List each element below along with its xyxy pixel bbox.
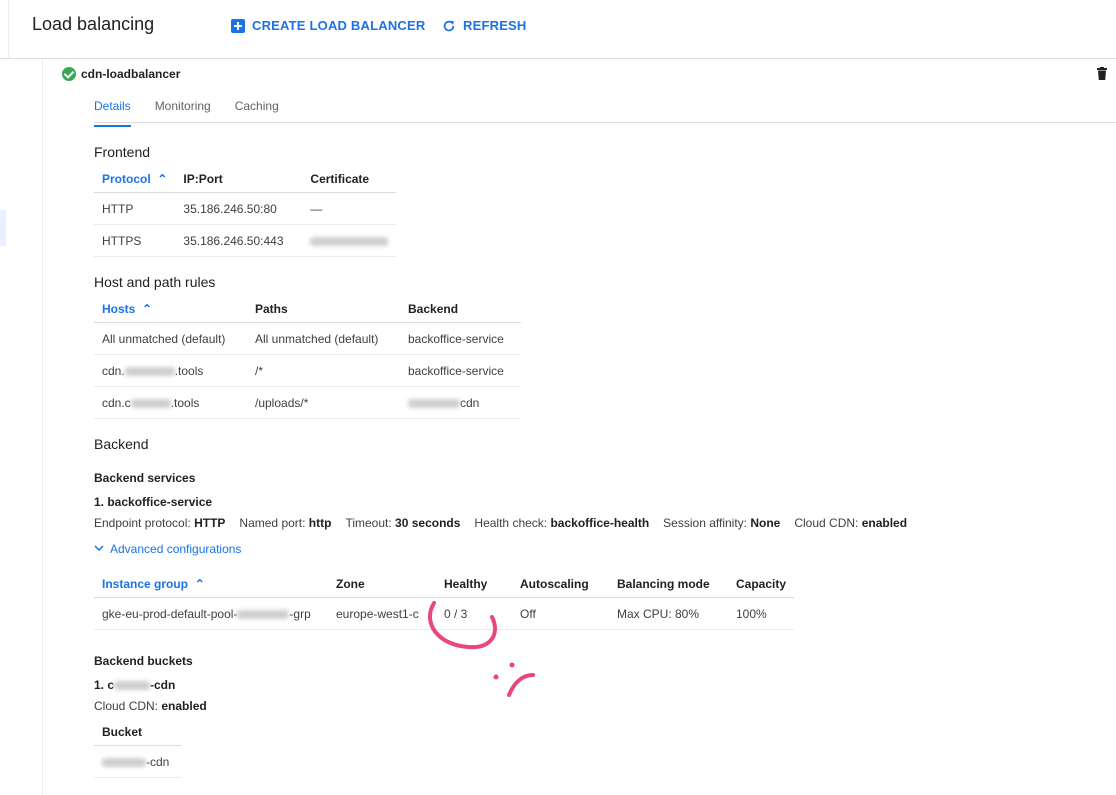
refresh-label: REFRESH [463, 18, 527, 33]
redacted-bucket-name [114, 681, 151, 691]
frontend-table: Protocol ⌃ IP:Port Certificate HTTP 35.1… [94, 165, 397, 257]
cloud-cdn-prop: Cloud CDN: enabled [794, 516, 908, 530]
backend-suffix: cdn [460, 395, 480, 410]
backend-bucket-name: 1. c -cdn [94, 678, 175, 692]
backend-column-header: Backend [400, 295, 521, 323]
instance-group-suffix: -grp [289, 606, 311, 621]
protocol-column-header[interactable]: Protocol ⌃ [94, 165, 176, 193]
content-rail-divider [42, 58, 43, 795]
tab-divider [94, 122, 1116, 123]
host-cell: cdn.c .tools [94, 386, 247, 419]
path-cell: /* [247, 354, 400, 387]
protocol-header-label: Protocol [102, 171, 151, 186]
sort-up-icon: ⌃ [191, 576, 205, 591]
bucket-table: Bucket -cdn [94, 718, 181, 778]
table-row: HTTPS 35.186.246.50:443 [94, 224, 397, 257]
path-cell: All unmatched (default) [247, 322, 400, 355]
capacity-column-header: Capacity [728, 570, 795, 598]
host-prefix: cdn. [102, 363, 125, 378]
named-port-prop: Named port: http [239, 516, 332, 530]
sort-up-icon: ⌃ [138, 301, 153, 316]
balancing-mode-cell: Max CPU: 80% [609, 597, 728, 630]
hosts-header-label: Hosts [102, 301, 136, 316]
ip-port-column-header: IP:Port [175, 165, 303, 193]
bucket-cell: -cdn [94, 745, 181, 778]
backend-buckets-heading: Backend buckets [94, 654, 193, 668]
refresh-icon [443, 20, 455, 31]
annotation-scribble [428, 601, 535, 697]
create-load-balancer-button[interactable]: CREATE LOAD BALANCER [231, 18, 425, 33]
redacted-certificate [310, 236, 389, 246]
redacted-host [124, 366, 175, 376]
host-cell: All unmatched (default) [94, 322, 247, 355]
bucket-column-header: Bucket [94, 718, 181, 746]
balancing-mode-column-header: Balancing mode [609, 570, 728, 598]
host-path-rules-heading: Host and path rules [94, 274, 216, 290]
redacted-backend [408, 398, 460, 408]
paths-column-header: Paths [247, 295, 400, 323]
host-prefix: cdn.c [102, 395, 131, 410]
add-box-icon [231, 18, 245, 33]
frontend-heading: Frontend [94, 144, 151, 160]
host-path-rules-table: Hosts ⌃ Paths Backend All unmatched (def… [94, 295, 521, 419]
load-balancer-name: cdn-loadbalancer [62, 67, 180, 81]
hosts-column-header[interactable]: Hosts ⌃ [94, 295, 247, 323]
check-circle-icon [62, 67, 76, 81]
side-nav-highlight [0, 210, 6, 246]
bucket-suffix: -cdn [146, 754, 170, 769]
protocol-cell: HTTPS [94, 224, 176, 257]
host-cell: cdn. .tools [94, 354, 247, 387]
backend-service-name: 1. backoffice-service [94, 495, 213, 509]
table-row: -cdn [94, 745, 181, 778]
autoscaling-column-header: Autoscaling [512, 570, 609, 598]
backend-cell: cdn [400, 386, 521, 419]
table-row: cdn.c .tools /uploads/* cdn [94, 386, 521, 419]
path-cell: /uploads/* [247, 386, 400, 419]
table-row: cdn. .tools /* backoffice-service [94, 354, 521, 387]
table-row: HTTP 35.186.246.50:80 — [94, 192, 397, 225]
instance-group-prefix: gke-eu-prod-default-pool- [102, 606, 238, 621]
ip-port-cell: 35.186.246.50:443 [175, 224, 303, 257]
sort-up-icon: ⌃ [154, 171, 168, 186]
advanced-configurations-toggle[interactable]: Advanced configurations [94, 542, 241, 556]
host-suffix: .tools [170, 395, 200, 410]
ip-port-cell: 35.186.246.50:80 [175, 192, 303, 225]
session-affinity-prop: Session affinity: None [663, 516, 781, 530]
chevron-down-icon [94, 545, 104, 552]
endpoint-protocol-prop: Endpoint protocol: HTTP [94, 516, 226, 530]
certificate-column-header: Certificate [302, 165, 397, 193]
timeout-prop: Timeout: 30 seconds [345, 516, 461, 530]
top-bar [0, 0, 1116, 59]
left-rail-divider [8, 0, 9, 58]
capacity-cell: 100% [728, 597, 795, 630]
load-balancer-name-text: cdn-loadbalancer [81, 67, 181, 81]
table-row: All unmatched (default) All unmatched (d… [94, 322, 521, 355]
redacted-bucket [102, 757, 146, 767]
instance-group-cell: gke-eu-prod-default-pool- -grp [94, 597, 328, 630]
host-suffix: .tools [174, 363, 204, 378]
certificate-cell [302, 224, 397, 257]
bucket-name-prefix: 1. c [94, 678, 115, 692]
instance-group-header-label: Instance group [102, 576, 189, 591]
healthy-column-header: Healthy [436, 570, 512, 598]
backend-cell: backoffice-service [400, 322, 521, 355]
health-check-prop: Health check: backoffice-health [474, 516, 650, 530]
redacted-host [130, 398, 171, 408]
bucket-name-suffix: -cdn [150, 678, 176, 692]
backend-heading: Backend [94, 436, 149, 452]
backend-cell: backoffice-service [400, 354, 521, 387]
zone-column-header: Zone [328, 570, 436, 598]
backend-services-heading: Backend services [94, 471, 196, 485]
redacted-instance-group [237, 609, 290, 619]
bucket-cloud-cdn: Cloud CDN: enabled [94, 699, 207, 713]
advanced-configurations-label: Advanced configurations [110, 542, 242, 556]
page-title: Load balancing [32, 14, 155, 34]
instance-group-column-header[interactable]: Instance group ⌃ [94, 570, 328, 598]
certificate-cell: — [302, 192, 397, 225]
create-load-balancer-label: CREATE LOAD BALANCER [252, 18, 426, 33]
protocol-cell: HTTP [94, 192, 176, 225]
backend-service-properties: Endpoint protocol: HTTP Named port: http… [94, 516, 907, 530]
refresh-button[interactable]: REFRESH [442, 18, 527, 33]
delete-icon[interactable] [1097, 67, 1107, 80]
